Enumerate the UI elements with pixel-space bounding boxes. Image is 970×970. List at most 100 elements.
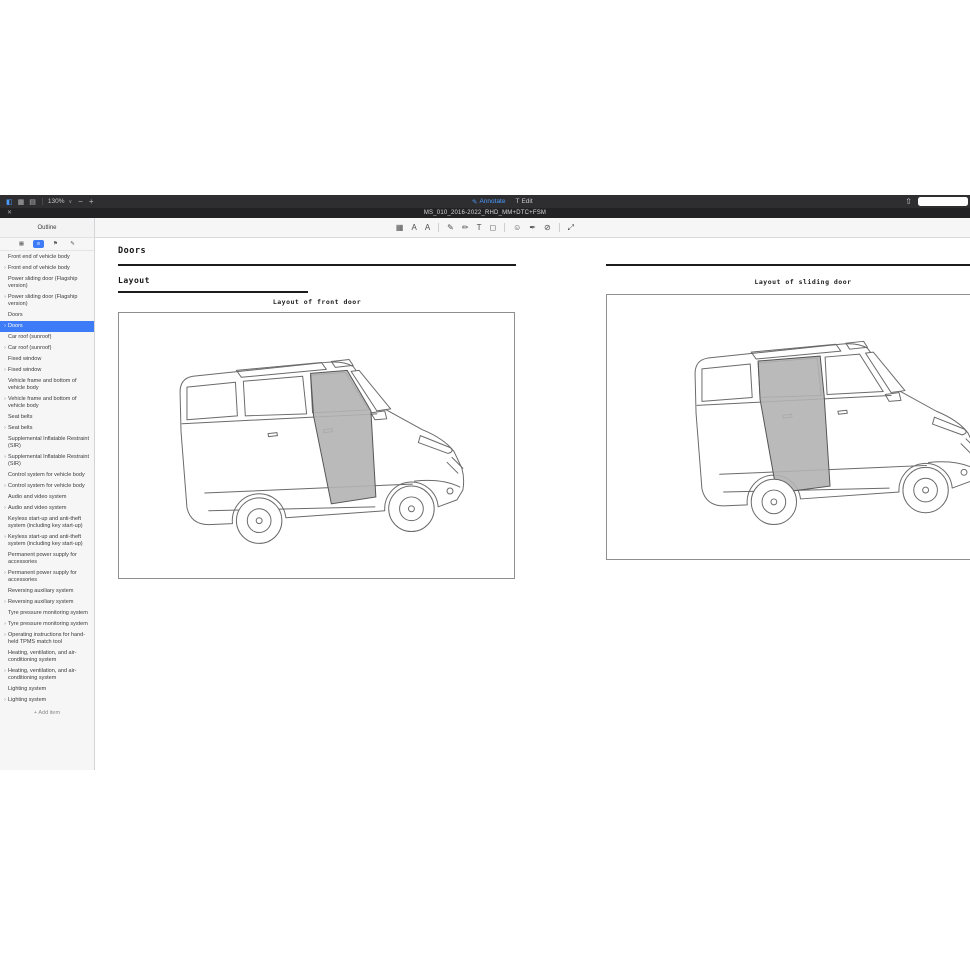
outline-item[interactable]: › Lighting system — [0, 695, 94, 706]
outline-item[interactable]: › Seat belts — [0, 423, 94, 434]
outline-item[interactable]: › Front end of vehicle body — [0, 263, 94, 274]
outline-item[interactable]: › Heating, ventilation, and air-conditio… — [0, 666, 94, 684]
text-icon[interactable]: T — [477, 224, 482, 232]
add-item-button[interactable]: + Add item — [0, 706, 94, 719]
sidebar-header: Outline — [0, 218, 95, 238]
outline-item-label: Seat belts — [8, 414, 32, 421]
outline-item[interactable]: › Fixed window — [0, 365, 94, 376]
eraser-icon[interactable]: ⊘ — [544, 224, 551, 232]
edit-mode-button[interactable]: T Edit — [515, 198, 532, 205]
outline-item-label: Tyre pressure monitoring system — [8, 621, 88, 628]
outline-item[interactable]: › Doors — [0, 310, 94, 321]
zoom-out-button[interactable]: − — [78, 197, 83, 206]
document-canvas[interactable]: Doors Layout Layout of front door — [96, 239, 970, 770]
outline-item[interactable]: › Reversing auxiliary system — [0, 586, 94, 597]
shapes-icon[interactable]: ◻ — [489, 224, 496, 232]
outline-item[interactable]: › Keyless start-up and anti-theft system… — [0, 514, 94, 532]
mode-switcher: ✎ Annotate T Edit — [472, 195, 533, 208]
outline-item-label: Supplemental Inflatable Restraint (SIR) — [8, 436, 92, 450]
outline-item[interactable]: › Car roof (sunroof) — [0, 343, 94, 354]
text-edit-icon: T — [515, 198, 519, 205]
outline-item[interactable]: › Heating, ventilation, and air-conditio… — [0, 648, 94, 666]
outline-item-label: Doors — [8, 312, 23, 319]
toolbar-divider — [42, 198, 43, 205]
font-icon[interactable]: A — [425, 224, 430, 232]
zoom-in-button[interactable]: + — [89, 197, 94, 206]
outline-item[interactable]: › Supplemental Inflatable Restraint (SIR… — [0, 434, 94, 452]
outline-tab[interactable]: ≡ — [33, 240, 44, 248]
outline-item[interactable]: › Audio and video system — [0, 492, 94, 503]
outline-item[interactable]: › Fixed window — [0, 354, 94, 365]
app-window: ◧ ▦ ▤ 130% ∨ − + ✎ Annotate T Edit ⇧ ✕ M… — [0, 195, 970, 770]
outline-item-label: Control system for vehicle body — [8, 483, 85, 490]
thumbnails-view-icon[interactable]: ▦ — [18, 198, 25, 206]
sidebar-tabs: ▦ ≡ ⚑ ✎ — [0, 238, 94, 251]
outline-item[interactable]: › Vehicle frame and bottom of vehicle bo… — [0, 394, 94, 412]
outline-item-label: Vehicle frame and bottom of vehicle body — [8, 378, 92, 392]
outline-item-label: Car roof (sunroof) — [8, 345, 51, 352]
highlighter-icon[interactable]: ✏ — [462, 224, 469, 232]
close-icon[interactable]: ✕ — [7, 209, 12, 216]
outline-item-label: Power sliding door (Flagship version) — [8, 276, 92, 290]
outline-item-label: Heating, ventilation, and air-conditioni… — [8, 668, 92, 682]
outline-item-label: Tyre pressure monitoring system — [8, 610, 88, 617]
outline-item[interactable]: › Control system for vehicle body — [0, 481, 94, 492]
outline-item[interactable]: › Front end of vehicle body — [0, 252, 94, 263]
text-style-icon[interactable]: A — [411, 224, 416, 232]
outline-item-label: Reversing auxiliary system — [8, 588, 73, 595]
outline-item-label: Fixed window — [8, 356, 41, 363]
edit-label: Edit — [521, 198, 532, 205]
outline-item-label: Supplemental Inflatable Restraint (SIR) — [8, 454, 92, 468]
van-sliding-door-drawing — [632, 295, 970, 561]
bookmarks-tab[interactable]: ⚑ — [50, 240, 61, 248]
outline-item-label: Operating instructions for hand-held TPM… — [8, 632, 92, 646]
page-view-icon[interactable]: ▤ — [29, 198, 36, 206]
outline-item-label: Lighting system — [8, 697, 46, 704]
outline-item[interactable]: › Car roof (sunroof) — [0, 332, 94, 343]
outline-item-label: Front end of vehicle body — [8, 265, 70, 272]
search-input[interactable] — [918, 197, 968, 206]
outline-item[interactable]: › Operating instructions for hand-held T… — [0, 630, 94, 648]
outline-item[interactable]: › Reversing auxiliary system — [0, 597, 94, 608]
outline-item[interactable]: › Permanent power supply for accessories — [0, 550, 94, 568]
sidebar-toggle-icon[interactable]: ◧ — [6, 198, 13, 206]
outline-item[interactable]: › Control system for vehicle body — [0, 470, 94, 481]
outline-item[interactable]: › Lighting system — [0, 684, 94, 695]
outline-item-label: Lighting system — [8, 686, 46, 693]
thumbnails-tab[interactable]: ▦ — [16, 240, 27, 248]
outline-item[interactable]: › Tyre pressure monitoring system — [0, 608, 94, 619]
outline-item[interactable]: › Audio and video system — [0, 503, 94, 514]
signature-icon[interactable]: ✒ — [529, 224, 536, 232]
zoom-control[interactable]: 130% ∨ — [48, 198, 72, 205]
insert-image-icon[interactable]: ▦ — [396, 224, 404, 232]
pen-icon[interactable]: ✎ — [447, 224, 454, 232]
outline-item-label: Doors — [8, 323, 23, 330]
stamp-icon[interactable]: ☺ — [513, 224, 521, 232]
outline-item[interactable]: › Seat belts — [0, 412, 94, 423]
sidebar-title: Outline — [37, 225, 56, 231]
van-front-door-drawing — [119, 313, 516, 580]
outline-item[interactable]: › Power sliding door (Flagship version) — [0, 292, 94, 310]
section-heading: Doors — [118, 246, 146, 256]
zoom-level[interactable]: 130% — [48, 198, 65, 205]
outline-item[interactable]: › Vehicle frame and bottom of vehicle bo… — [0, 376, 94, 394]
fullscreen-icon[interactable]: ⤢ — [568, 224, 574, 232]
annotate-mode-button[interactable]: ✎ Annotate — [472, 198, 505, 206]
outline-item[interactable]: › Power sliding door (Flagship version) — [0, 274, 94, 292]
outline-item[interactable]: › Permanent power supply for accessories — [0, 568, 94, 586]
outline-item-label: Car roof (sunroof) — [8, 334, 51, 341]
separator — [559, 223, 560, 232]
outline-item[interactable]: › Doors — [0, 321, 94, 332]
outline-item-label: Reversing auxiliary system — [8, 599, 73, 606]
outline-item[interactable]: › Tyre pressure monitoring system — [0, 619, 94, 630]
document-title[interactable]: MS_010_2016-2022_RHD_MM+DTC+FSM — [424, 210, 546, 216]
outline-item-label: Control system for vehicle body — [8, 472, 85, 479]
outline-item[interactable]: › Keyless start-up and anti-theft system… — [0, 532, 94, 550]
annotate-label: Annotate — [479, 198, 505, 205]
share-icon[interactable]: ⇧ — [905, 197, 912, 206]
annotations-tab[interactable]: ✎ — [67, 240, 78, 248]
chevron-down-icon: ∨ — [69, 199, 73, 205]
outline-item-label: Seat belts — [8, 425, 32, 432]
outline-item-label: Audio and video system — [8, 494, 66, 501]
outline-item[interactable]: › Supplemental Inflatable Restraint (SIR… — [0, 452, 94, 470]
